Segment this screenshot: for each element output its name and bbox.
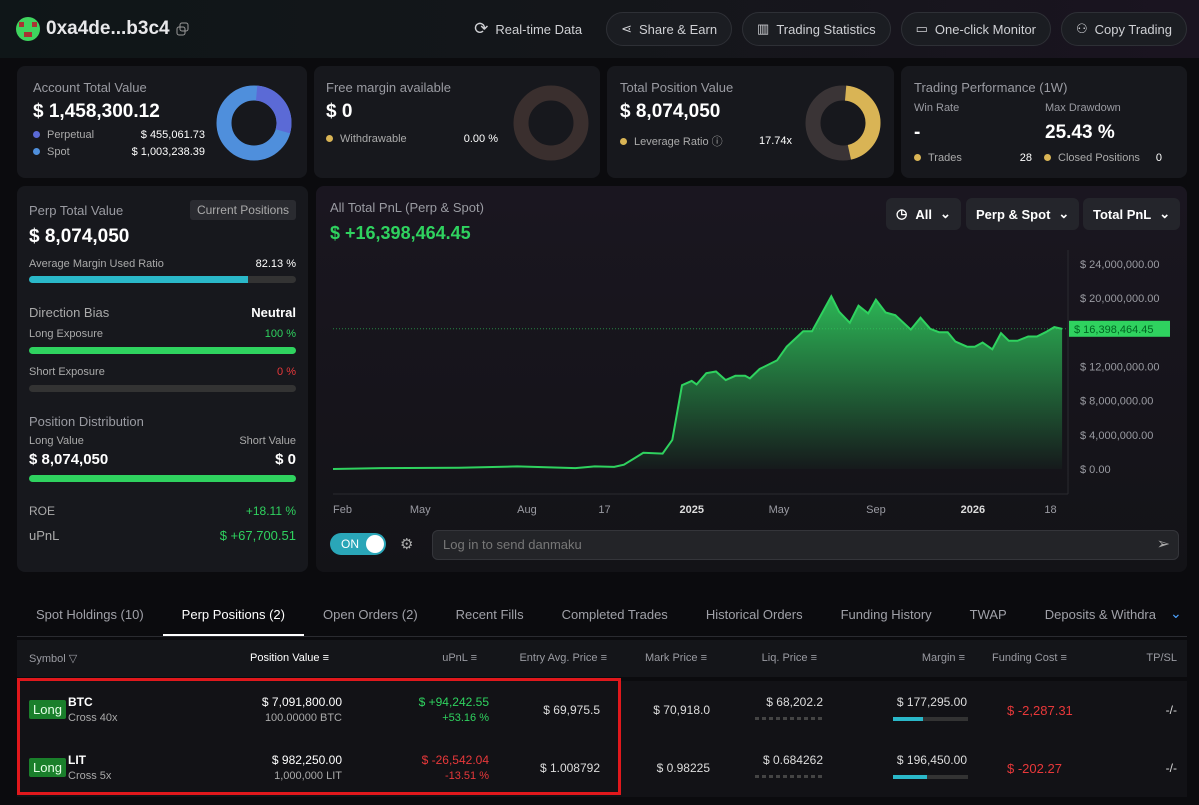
liq-distance-bar [755,717,823,720]
margin: $ 196,450.00 [896,753,967,767]
one-click-monitor-button[interactable]: ▭ One-click Monitor [900,12,1052,46]
chevron-down-icon: ⌄ [1159,206,1171,221]
mark-price: $ 0.98225 [656,761,710,775]
upnl-percent: +53.16 % [442,712,489,724]
tab-historical-orders[interactable]: Historical Orders [687,597,822,636]
long-exposure-bar [29,347,296,354]
current-positions-badge[interactable]: Current Positions [189,200,296,220]
side-badge: Long [29,700,66,719]
share-earn-button[interactable]: ⋖ Share & Earn [606,12,733,46]
liq-price: $ 68,202.2 [766,695,823,709]
margin-bar [893,717,968,721]
column-header-entry-avg-price[interactable]: Entry Avg. Price ≡ [519,652,607,664]
tab-completed-trades[interactable]: Completed Trades [543,597,687,636]
side-badge: Long [29,758,66,777]
chart-icon: ▥ [757,21,770,36]
tabs: Spot Holdings (10) Perp Positions (2) Open… [17,597,1187,637]
send-icon[interactable]: ➢ [1157,531,1170,559]
account-donut [216,85,292,161]
margin-bar [893,775,968,779]
tab-recent-fills[interactable]: Recent Fills [437,597,543,636]
avatar [16,17,40,41]
symbol[interactable]: BTC [68,695,93,709]
help-icon[interactable]: ⓘ [712,136,723,148]
market-dropdown[interactable]: Perp & Spot ⌄ [966,198,1080,230]
chevron-down-icon: ⌄ [939,206,951,221]
danmaku-toggle[interactable]: ON [330,533,386,555]
funding-cost: $ -202.27 [1007,761,1062,776]
funding-cost: $ -2,287.31 [1007,703,1073,718]
mark-price: $ 70,918.0 [653,703,710,717]
settings-icon[interactable]: ⚙ [400,535,413,553]
liq-price: $ 0.684262 [762,753,823,767]
total-position-card: Total Position Value $ 8,074,050 Leverag… [607,66,894,178]
tp-sl[interactable]: -/- [1166,703,1177,717]
leverage-donut [805,85,881,161]
column-header-mark-price[interactable]: Mark Price ≡ [645,652,707,664]
perp-summary-panel: Perp Total Value Current Positions $ 8,07… [17,186,308,572]
tab-open-orders-[interactable]: Open Orders (2) [304,597,437,636]
refresh-icon: ⟳ [474,19,489,38]
column-header-liq-price[interactable]: Liq. Price ≡ [762,652,817,664]
liq-distance-bar [755,775,823,778]
margin-mode: Cross 40x [68,712,118,724]
tab-funding-history[interactable]: Funding History [822,597,951,636]
table-row[interactable]: Long LIT Cross 5x $ 982,250.00 1,000,000… [17,739,1187,797]
column-header-symbol[interactable]: Symbol ▽ [29,652,77,665]
trading-performance-card: Trading Performance (1W) Win Rate - Max … [901,66,1187,178]
position-value: $ 7,091,800.00 [261,695,342,709]
margin: $ 177,295.00 [896,695,967,709]
pnl-chart-panel: All Total PnL (Perp & Spot) $ +16,398,46… [316,186,1187,572]
tab-perp-positions-[interactable]: Perp Positions (2) [162,597,304,636]
copy-icon[interactable] [176,22,190,36]
entry-price: $ 1.008792 [539,761,600,775]
symbol[interactable]: LIT [68,753,86,767]
copy-trading-icon: ⚇ [1076,21,1088,36]
table-header: Symbol ▽ Position Value ≡ uPnL ≡ Entry Avg.… [17,640,1187,677]
free-margin-donut [513,85,589,161]
danmaku-input[interactable]: Log in to send danmaku ➢ [432,530,1179,560]
monitor-icon: ▭ [915,21,928,36]
margin-ratio-bar [29,276,296,283]
upnl: $ +94,242.55 [418,695,489,709]
trading-statistics-button[interactable]: ▥ Trading Statistics [742,12,891,46]
tab-twap[interactable]: TWAP [951,597,1026,636]
free-margin-card: Free margin available $ 0 Withdrawable 0.… [314,66,600,178]
tp-sl[interactable]: -/- [1166,761,1177,775]
tabs-expand-icon[interactable]: ⌄ [1170,605,1182,622]
column-header-position-value[interactable]: Position Value ≡ [250,652,329,664]
copy-trading-button[interactable]: ⚇ Copy Trading [1061,12,1187,46]
wallet-address: 0xa4de...b3c4 [16,17,190,41]
metric-dropdown[interactable]: Total PnL ⌄ [1083,198,1181,230]
entry-price: $ 69,975.5 [543,703,600,717]
realtime-data-button[interactable]: ⟳ Real-time Data [460,12,596,46]
column-header-margin[interactable]: Margin ≡ [922,652,965,664]
table-row[interactable]: Long BTC Cross 40x $ 7,091,800.00 100.00… [17,681,1187,739]
column-header-upnl[interactable]: uPnL ≡ [442,652,477,664]
margin-mode: Cross 5x [68,770,112,782]
position-value: $ 982,250.00 [271,753,342,767]
share-icon: ⋖ [621,21,632,36]
upnl: $ -26,542.04 [421,753,489,767]
position-distribution-bar [29,475,296,482]
header: 0xa4de...b3c4 ⟳ Real-time Data ⋖ Share & E… [0,0,1199,58]
time-range-dropdown[interactable]: ◷ All ⌄ [886,198,961,230]
tab-spot-holdings-[interactable]: Spot Holdings (10) [17,597,163,636]
upnl-percent: -13.51 % [444,770,489,782]
position-size: 1,000,000 LIT [274,770,342,782]
tab-deposits-withdra[interactable]: Deposits & Withdra [1026,597,1175,636]
short-exposure-bar [29,385,296,392]
clock-icon: ◷ [896,206,908,221]
chevron-down-icon: ⌄ [1058,206,1070,221]
column-header-tp-sl[interactable]: TP/SL [1146,652,1177,664]
column-header-funding-cost[interactable]: Funding Cost ≡ [992,652,1067,664]
position-size: 100.00000 BTC [264,712,342,724]
account-total-card: Account Total Value $ 1,458,300.12 Perpe… [17,66,307,178]
